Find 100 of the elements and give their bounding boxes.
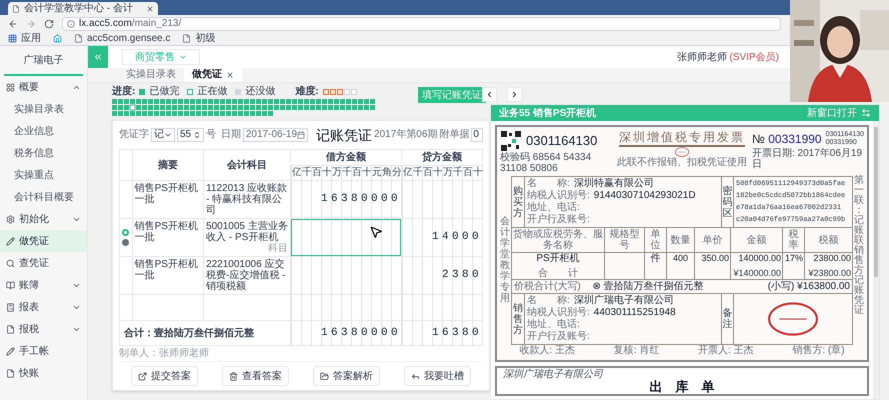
voucher-word-select[interactable]: 记 xyxy=(151,128,175,142)
voucher-title: 记账凭证 xyxy=(316,128,372,142)
voucher-word-label: 凭证字 xyxy=(119,130,149,140)
debit-amount-field[interactable] xyxy=(290,219,401,256)
digit-header: 元 xyxy=(371,166,382,180)
attachments-field[interactable]: 0 xyxy=(471,128,483,142)
sidebar-item[interactable]: 账簿 xyxy=(0,274,87,296)
digit-header: 千 xyxy=(301,166,312,180)
table-cell: 400 xyxy=(672,253,688,264)
sidebar-item[interactable]: 手工帐 xyxy=(0,340,87,362)
sidebar-subitem[interactable]: 税务信息 xyxy=(0,142,87,164)
previous-button[interactable] xyxy=(482,87,497,102)
digit-header: 十 xyxy=(361,166,372,180)
next-button[interactable] xyxy=(507,87,522,102)
table-cell: 5001005 主营业务收入 - PS开柜机 xyxy=(206,221,288,243)
column-header: 借方金额 xyxy=(326,150,366,165)
sidebar-item[interactable]: 概要 xyxy=(0,76,87,98)
digit-header: 千 xyxy=(341,166,352,180)
section-label: 密码区 xyxy=(722,186,732,218)
sidebar-item[interactable]: 查凭证 xyxy=(0,252,87,274)
sidebar-item[interactable]: 做凭证 xyxy=(0,230,87,252)
action-button[interactable]: 答案解析 xyxy=(313,366,380,386)
check-code: 校验码 68564 54334 31108 50806 xyxy=(500,152,592,174)
column-header: 货物或应税劳务、服务名称 xyxy=(513,229,603,251)
legend-label: 已做完 xyxy=(149,87,180,97)
digit-header: 百 xyxy=(351,166,362,180)
field-value: 深圳特赢有限公司 xyxy=(574,179,654,189)
tab-title: 会计学堂教学中心 - 会计 xyxy=(24,4,133,14)
close-icon[interactable] xyxy=(226,71,234,79)
user-name: 张师师老师 (SVIP会员) xyxy=(676,50,779,64)
chevron-left-icon xyxy=(485,90,494,99)
swap-icon xyxy=(861,108,871,118)
table-cell: PS开柜机 xyxy=(536,253,580,264)
column-header: 规格型号 xyxy=(608,229,640,251)
collapse-sidebar-button[interactable] xyxy=(88,46,108,68)
invoice-date: 开票日期: 2017年06月19日 xyxy=(752,148,864,170)
reload-icon[interactable] xyxy=(44,18,54,28)
invoice-note: 此联不作报销、扣税凭证使用 xyxy=(617,157,747,168)
page-tab[interactable]: 实操目录表 xyxy=(118,68,184,82)
browser-tab[interactable]: 会计学堂教学中心 - 会计 xyxy=(8,2,158,15)
field-value: 91440307104293021D xyxy=(594,191,696,201)
scrollbar[interactable] xyxy=(873,121,879,399)
folder-icon xyxy=(320,372,329,380)
calendar-icon xyxy=(297,131,306,139)
gear-icon xyxy=(6,214,15,224)
close-icon[interactable] xyxy=(146,4,154,12)
legend-label: 还没做 xyxy=(245,87,276,97)
bookmark[interactable]: 应用 xyxy=(8,34,41,44)
sidebar-item[interactable]: 初始化 xyxy=(0,208,87,230)
table-cell-text: 销售PS开柜机一批 xyxy=(134,221,199,243)
page-tab[interactable]: 做凭证 xyxy=(184,68,242,82)
action-button[interactable]: 查看答案 xyxy=(222,366,289,386)
sidebar-subitem[interactable]: 实操重点 xyxy=(0,164,87,186)
field-label: 纳税人识别号: xyxy=(527,191,590,201)
add-row-icon[interactable] xyxy=(122,229,130,236)
action-button[interactable]: 提交答案 xyxy=(131,366,198,386)
table-cell-text: 销售PS开柜机一批 xyxy=(134,259,199,281)
grid-icon xyxy=(6,82,15,92)
forward-icon[interactable] xyxy=(26,18,36,28)
company-seal-icon xyxy=(767,301,819,337)
side-label: 第一联：记账联销售方记账凭证 xyxy=(854,176,864,316)
signature-label: 收款人: 王杰 xyxy=(519,346,575,356)
field-label: 名 称: xyxy=(527,296,570,306)
date-field[interactable]: 2017-06-19 xyxy=(242,128,308,142)
back-icon[interactable] xyxy=(8,18,18,28)
sidebar-item[interactable]: 报税 xyxy=(0,318,87,340)
address-field[interactable]: lx.acc5.com/main_213/ xyxy=(62,16,781,30)
sidebar-subitem[interactable]: 企业信息 xyxy=(0,120,87,142)
column-header: 数量 xyxy=(670,234,690,246)
side-label: 会计学堂教学专用 xyxy=(500,216,510,306)
legend-square-icon xyxy=(235,89,242,95)
voucher-number-field[interactable]: 55 xyxy=(177,128,204,142)
total-in-figures: (小写) ¥163800.00 xyxy=(768,282,850,292)
bookmark[interactable]: 初级 xyxy=(182,34,216,44)
progress-label: 进度: xyxy=(112,87,136,97)
invoice-number: № 00331990 xyxy=(752,131,822,148)
sidebar-item[interactable]: 报表 xyxy=(0,296,87,318)
table-cell: 23800.00 xyxy=(813,253,851,264)
account-hint: 科目 xyxy=(268,243,288,254)
table-cell: 17% xyxy=(784,253,803,264)
section-label: 备注 xyxy=(722,308,732,330)
pencil-icon xyxy=(6,346,15,356)
sidebar-subitem[interactable]: 会计科目概要 xyxy=(0,186,87,208)
total-in-words: ⊗ 壹拾陆万叁仟捌佰元整 xyxy=(592,282,704,292)
bookmark[interactable] xyxy=(53,34,62,43)
sidebar-item[interactable]: 快账 xyxy=(0,362,87,384)
column-header: 摘要 xyxy=(158,158,178,172)
column-header: 单价 xyxy=(702,234,722,246)
subtotal-tax: ¥23800.00 xyxy=(808,269,851,278)
book-icon xyxy=(6,280,15,290)
bookmark[interactable]: acc5com.gensee.c xyxy=(74,34,170,44)
company-name: 广瑞电子 xyxy=(24,54,64,68)
table-cell: 140000.00 xyxy=(738,253,781,264)
digit-header: 十 xyxy=(472,166,482,180)
action-button[interactable]: 我要吐槽 xyxy=(404,366,471,386)
sidebar-subitem[interactable]: 实操目录表 xyxy=(0,98,87,120)
table-cell-text: 销售PS开柜机一批 xyxy=(134,183,199,205)
remove-row-icon[interactable] xyxy=(122,239,130,246)
info-icon xyxy=(67,20,75,28)
calculator-icon xyxy=(6,302,15,312)
